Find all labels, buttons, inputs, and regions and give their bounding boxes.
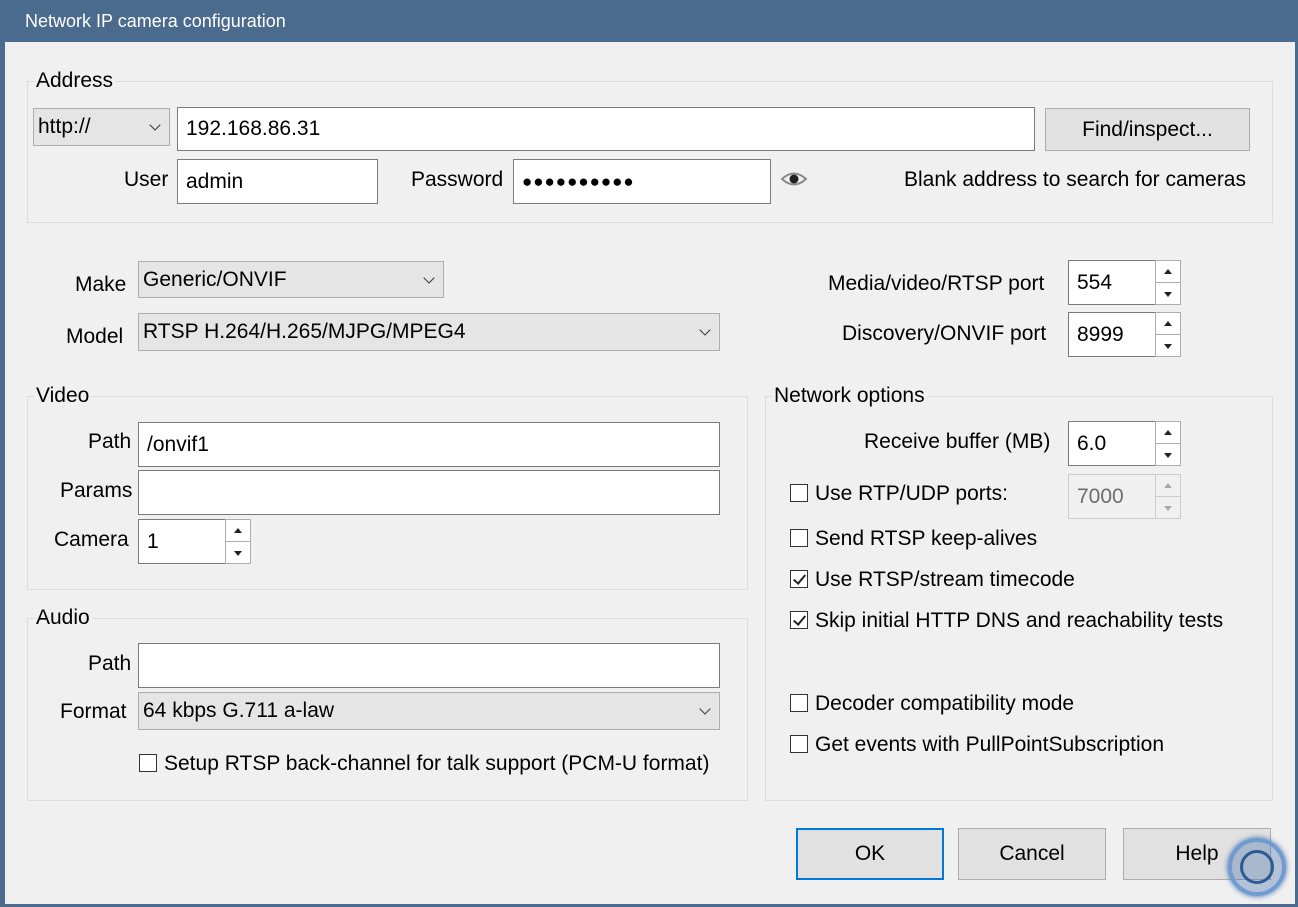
media-port-value: 554 bbox=[1077, 270, 1113, 294]
rtp-udp-port-spinner bbox=[1155, 474, 1181, 519]
spin-down-button bbox=[1155, 496, 1181, 519]
discovery-port-input[interactable]: 8999 bbox=[1068, 312, 1157, 357]
spin-up-button[interactable] bbox=[1155, 312, 1181, 335]
protocol-value: http:// bbox=[38, 115, 91, 138]
window-frame-left bbox=[0, 42, 5, 907]
backchannel-checkbox[interactable] bbox=[139, 754, 157, 772]
network-options-legend: Network options bbox=[772, 384, 927, 408]
spin-down-button[interactable] bbox=[225, 541, 251, 564]
audio-format-value: 64 kbps G.711 a-law bbox=[143, 699, 335, 722]
video-path-input[interactable]: /onvif1 bbox=[138, 422, 720, 467]
find-inspect-button[interactable]: Find/inspect... bbox=[1045, 108, 1250, 151]
video-legend: Video bbox=[34, 384, 92, 408]
audio-format-dropdown[interactable]: 64 kbps G.711 a-law bbox=[138, 692, 720, 730]
timecode-checkbox[interactable] bbox=[790, 570, 808, 588]
user-input[interactable]: admin bbox=[177, 159, 378, 204]
rtp-udp-port-value: 7000 bbox=[1077, 484, 1124, 508]
camera-label: Camera bbox=[54, 528, 129, 551]
chevron-down-icon bbox=[699, 703, 711, 715]
cursor-indicator-icon bbox=[1228, 838, 1286, 896]
show-password-eye-icon[interactable] bbox=[780, 167, 808, 191]
password-input[interactable]: ●●●●●●●●●● bbox=[513, 159, 771, 204]
video-params-input[interactable] bbox=[138, 470, 720, 515]
spin-down-button[interactable] bbox=[1155, 282, 1181, 305]
make-value: Generic/ONVIF bbox=[143, 267, 287, 291]
video-path-label: Path bbox=[88, 430, 132, 453]
rtp-udp-checkbox[interactable] bbox=[790, 484, 808, 502]
model-value: RTSP H.264/H.265/MJPG/MPEG4 bbox=[143, 320, 466, 343]
keepalive-checkbox[interactable] bbox=[790, 529, 808, 547]
media-port-spinner[interactable] bbox=[1155, 260, 1181, 305]
audio-legend: Audio bbox=[34, 606, 92, 630]
decoder-compat-label[interactable]: Decoder compatibility mode bbox=[815, 692, 1074, 716]
spin-up-button[interactable] bbox=[1155, 260, 1181, 283]
window-title: Network IP camera configuration bbox=[25, 11, 286, 31]
rtp-udp-label[interactable]: Use RTP/UDP ports: bbox=[815, 482, 1008, 506]
skip-tests-label[interactable]: Skip initial HTTP DNS and reachability t… bbox=[815, 609, 1223, 633]
protocol-dropdown[interactable]: http:// bbox=[33, 108, 170, 146]
title-bar[interactable]: Network IP camera configuration bbox=[0, 0, 1298, 42]
chevron-down-icon bbox=[423, 271, 435, 284]
audio-path-label: Path bbox=[88, 652, 132, 675]
make-label: Make bbox=[75, 273, 127, 296]
discovery-port-spinner[interactable] bbox=[1155, 312, 1181, 357]
video-params-label: Params bbox=[60, 479, 133, 502]
make-dropdown[interactable]: Generic/ONVIF bbox=[138, 261, 444, 298]
model-dropdown[interactable]: RTSP H.264/H.265/MJPG/MPEG4 bbox=[138, 313, 720, 351]
pullpoint-label[interactable]: Get events with PullPointSubscription bbox=[815, 733, 1164, 757]
address-hint: Blank address to search for cameras bbox=[904, 168, 1246, 191]
video-path-value: /onvif1 bbox=[147, 432, 209, 456]
keepalive-label[interactable]: Send RTSP keep-alives bbox=[815, 527, 1037, 551]
address-legend: Address bbox=[34, 69, 116, 93]
chevron-down-icon bbox=[699, 324, 711, 336]
discovery-port-value: 8999 bbox=[1077, 322, 1124, 346]
pullpoint-checkbox[interactable] bbox=[790, 735, 808, 753]
receive-buffer-value: 6.0 bbox=[1077, 431, 1107, 455]
receive-buffer-input[interactable]: 6.0 bbox=[1068, 421, 1157, 466]
media-port-input[interactable]: 554 bbox=[1068, 260, 1157, 305]
spin-up-button bbox=[1155, 474, 1181, 497]
discovery-port-label: Discovery/ONVIF port bbox=[842, 322, 1047, 345]
spin-up-button[interactable] bbox=[225, 519, 251, 542]
skip-tests-checkbox[interactable] bbox=[790, 611, 808, 629]
chevron-down-icon bbox=[149, 119, 161, 131]
user-value: admin bbox=[186, 169, 244, 193]
user-label: User bbox=[124, 168, 169, 191]
camera-value: 1 bbox=[147, 529, 159, 553]
receive-buffer-spinner[interactable] bbox=[1155, 421, 1181, 466]
model-label: Model bbox=[66, 325, 124, 348]
host-input[interactable]: 192.168.86.31 bbox=[177, 107, 1035, 151]
cancel-button[interactable]: Cancel bbox=[958, 828, 1106, 880]
rtp-udp-port-input: 7000 bbox=[1068, 474, 1157, 519]
audio-format-label: Format bbox=[60, 700, 127, 723]
audio-path-input[interactable] bbox=[138, 643, 720, 688]
spin-down-button[interactable] bbox=[1155, 443, 1181, 466]
backchannel-label[interactable]: Setup RTSP back-channel for talk support… bbox=[164, 752, 709, 776]
password-value: ●●●●●●●●●● bbox=[522, 171, 635, 191]
spin-down-button[interactable] bbox=[1155, 334, 1181, 357]
camera-spinner[interactable] bbox=[225, 519, 251, 564]
spin-up-button[interactable] bbox=[1155, 421, 1181, 444]
receive-buffer-label: Receive buffer (MB) bbox=[864, 430, 1051, 453]
media-port-label: Media/video/RTSP port bbox=[828, 272, 1045, 295]
host-value: 192.168.86.31 bbox=[186, 117, 321, 140]
password-label: Password bbox=[411, 168, 504, 191]
camera-input[interactable]: 1 bbox=[138, 519, 227, 564]
timecode-label[interactable]: Use RTSP/stream timecode bbox=[815, 568, 1075, 592]
ok-button[interactable]: OK bbox=[796, 828, 944, 880]
decoder-compat-checkbox[interactable] bbox=[790, 694, 808, 712]
